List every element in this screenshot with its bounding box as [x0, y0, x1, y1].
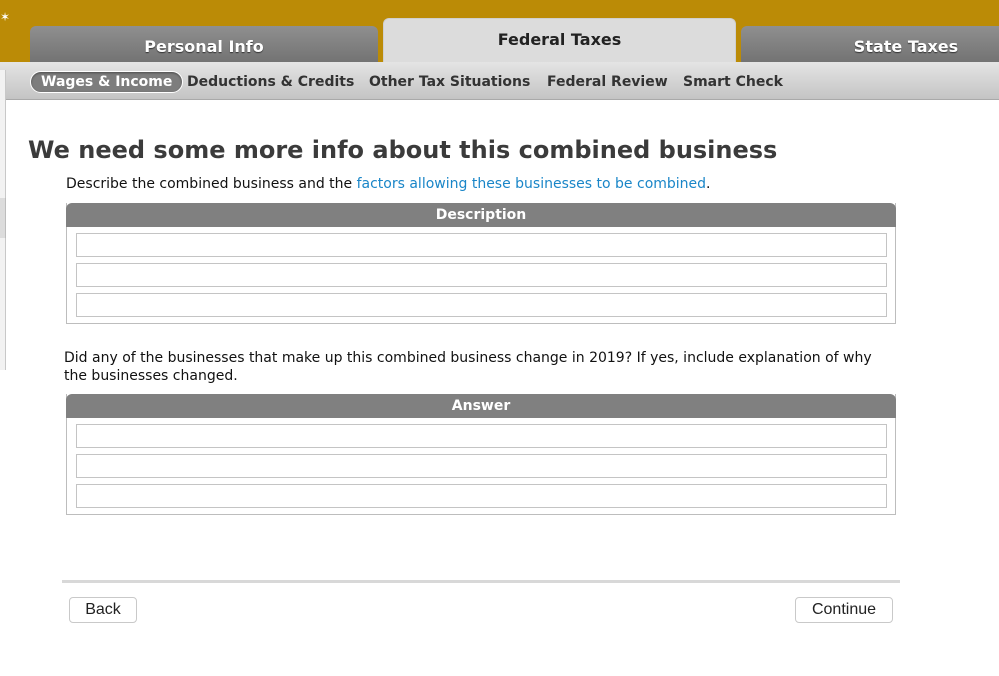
answer-field-1[interactable] — [76, 424, 887, 448]
description-field-2[interactable] — [76, 263, 887, 287]
subnav-item-smart-check[interactable]: Smart Check — [683, 71, 783, 93]
description-header: Description — [66, 203, 896, 227]
answer-header: Answer — [66, 394, 896, 418]
tab-label: Federal Taxes — [497, 30, 622, 49]
left-sidebar-marker — [0, 198, 6, 238]
business-change-question: Did any of the businesses that make up t… — [64, 350, 872, 384]
combined-factors-link[interactable]: factors allowing these businesses to be … — [357, 176, 706, 192]
subnav-item-deductions-credits[interactable]: Deductions & Credits — [187, 71, 354, 93]
tab-state-taxes[interactable]: State Taxes — [741, 26, 999, 66]
logo-icon: ✶ — [0, 10, 11, 24]
answer-field-2[interactable] — [76, 454, 887, 478]
prompt-period: . — [706, 176, 711, 192]
tab-personal-info[interactable]: Personal Info — [30, 26, 378, 66]
answer-group: Answer — [66, 394, 896, 515]
description-group: Description — [66, 203, 896, 324]
sub-navigation: Wages & Income Deductions & Credits Othe… — [0, 62, 999, 100]
subnav-item-federal-review[interactable]: Federal Review — [547, 71, 668, 93]
subnav-item-other-tax-situations[interactable]: Other Tax Situations — [369, 71, 530, 93]
tab-federal-taxes[interactable]: Federal Taxes — [383, 18, 736, 66]
page-title: We need some more info about this combin… — [28, 136, 778, 164]
back-button[interactable]: Back — [69, 597, 137, 623]
description-field-3[interactable] — [76, 293, 887, 317]
description-prompt: Describe the combined business and the f… — [66, 176, 711, 192]
description-field-1[interactable] — [76, 233, 887, 257]
tab-label: State Taxes — [853, 36, 959, 56]
subnav-item-wages-income[interactable]: Wages & Income — [30, 71, 184, 93]
tab-label: Personal Info — [144, 36, 264, 56]
footer-divider — [62, 580, 900, 583]
continue-button[interactable]: Continue — [795, 597, 893, 623]
answer-field-3[interactable] — [76, 484, 887, 508]
prompt-text: Describe the combined business and the — [66, 176, 357, 192]
